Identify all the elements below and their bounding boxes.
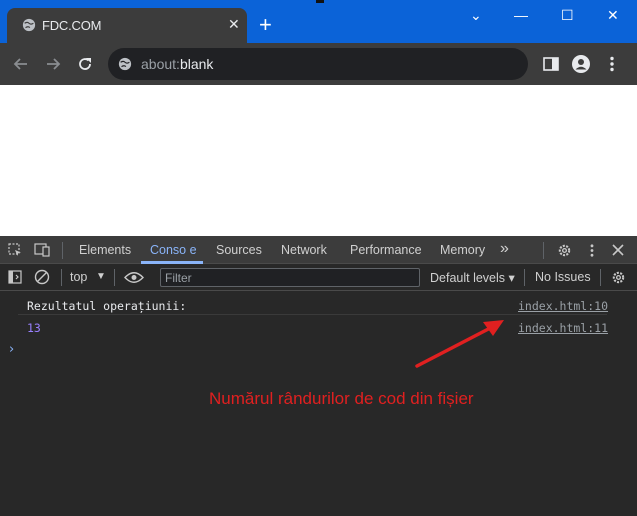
console-prompt-icon[interactable]: ›: [9, 342, 14, 357]
close-window-button[interactable]: ✕: [607, 7, 619, 23]
issues-counter[interactable]: No Issues: [535, 270, 591, 284]
annotation-text: Numărul rândurilor de cod din fișier: [209, 389, 474, 408]
url-host: blank: [179, 56, 214, 72]
annotation-arrow: [415, 320, 504, 368]
devtools-tab-bar: Elements Conso e Sources Network Perform…: [0, 236, 637, 264]
new-tab-button[interactable]: +: [259, 14, 272, 36]
title-bar-notch: [316, 0, 324, 3]
console-number-output: 13: [27, 321, 41, 335]
globe-icon: [22, 18, 36, 32]
side-panel-icon[interactable]: [541, 54, 561, 74]
device-toolbar-icon[interactable]: [34, 243, 50, 257]
tab-sources[interactable]: Sources: [216, 243, 262, 257]
reload-icon[interactable]: [75, 54, 95, 74]
toolbar-divider: [62, 242, 63, 259]
close-devtools-icon[interactable]: [612, 244, 624, 256]
console-source-link[interactable]: index.html:10: [518, 299, 608, 313]
toolbar-divider: [61, 269, 62, 286]
url-text: about:blank: [141, 56, 213, 72]
tab-memory[interactable]: Memory: [440, 243, 485, 257]
forward-arrow-icon[interactable]: [43, 54, 63, 74]
tab-network[interactable]: Network: [281, 243, 327, 257]
tab-elements[interactable]: Elements: [79, 243, 131, 257]
console-toolbar: top ▼ Filter Default levels ▾ No Issues: [0, 264, 637, 291]
clear-console-icon[interactable]: [34, 269, 50, 285]
toolbar-divider: [543, 242, 544, 259]
tab-close-icon[interactable]: ✕: [228, 17, 240, 31]
browser-tab[interactable]: FDC.COM ✕: [7, 8, 247, 43]
devtools-panel: Elements Conso e Sources Network Perform…: [0, 236, 637, 516]
profile-avatar-icon[interactable]: [571, 54, 591, 74]
filter-placeholder: Filter: [165, 271, 192, 285]
toolbar-divider: [114, 269, 115, 286]
menu-kebab-icon[interactable]: [602, 54, 622, 74]
live-expression-eye-icon[interactable]: [124, 271, 144, 284]
more-tabs-icon[interactable]: »: [500, 240, 509, 258]
context-selector[interactable]: top: [70, 270, 87, 284]
filter-input[interactable]: Filter: [160, 268, 420, 287]
maximize-button[interactable]: ☐: [561, 7, 574, 23]
page-viewport: [0, 85, 637, 236]
tab-search-icon[interactable]: ⌄: [470, 7, 482, 23]
chevron-down-icon[interactable]: ▼: [96, 271, 106, 282]
log-levels-dropdown[interactable]: Default levels ▾: [430, 270, 515, 285]
toolbar-divider: [524, 269, 525, 286]
minimize-button[interactable]: —: [514, 7, 528, 23]
console-source-link[interactable]: index.html:11: [518, 321, 608, 335]
settings-gear-icon[interactable]: [557, 243, 572, 258]
tab-console[interactable]: Conso e: [150, 243, 197, 257]
browser-tab-bar: FDC.COM ✕ + ⌄ — ☐ ✕: [0, 0, 637, 43]
inspect-element-icon[interactable]: [8, 243, 22, 257]
console-row-divider: [18, 314, 607, 315]
address-bar[interactable]: about:blank: [108, 48, 528, 80]
back-arrow-icon[interactable]: [11, 54, 31, 74]
console-message: Rezultatul operațiunii:: [27, 299, 187, 313]
console-settings-gear-icon[interactable]: [611, 270, 626, 285]
tab-performance[interactable]: Performance: [350, 243, 422, 257]
tab-title: FDC.COM: [42, 18, 102, 33]
devtools-menu-icon[interactable]: [587, 243, 597, 258]
site-info-icon[interactable]: [118, 57, 132, 71]
sidebar-toggle-icon[interactable]: [8, 270, 22, 284]
toolbar-divider: [600, 269, 601, 286]
url-scheme: about:: [141, 56, 180, 72]
